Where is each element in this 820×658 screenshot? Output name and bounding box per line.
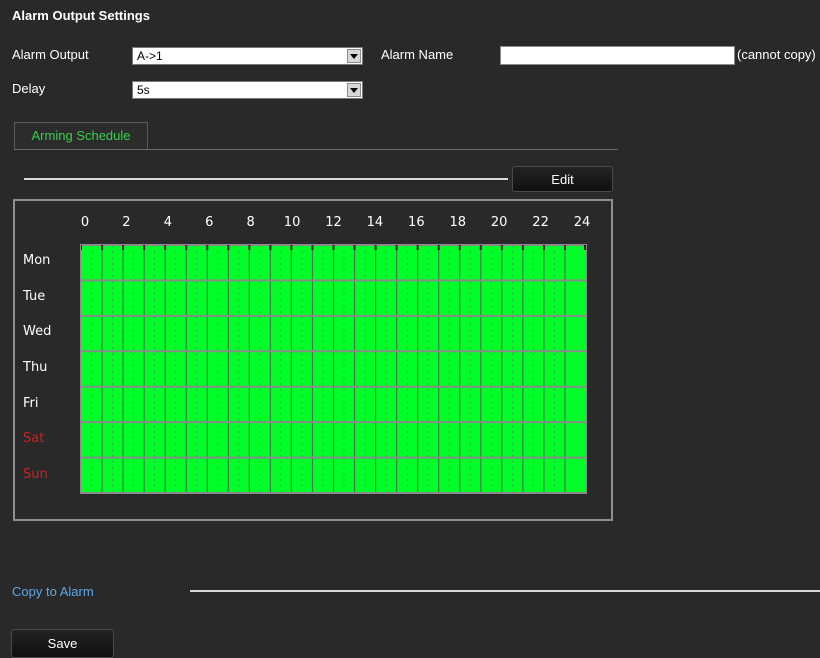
save-button[interactable]: Save — [11, 629, 114, 658]
page-title: Alarm Output Settings — [12, 8, 150, 23]
hour-label: 0 — [80, 215, 90, 230]
schedule-grid-lines — [81, 245, 586, 493]
day-label-sun: Sun — [23, 467, 48, 483]
edit-divider — [24, 178, 508, 180]
alarm-output-label: Alarm Output — [12, 47, 89, 62]
tab-divider — [14, 149, 618, 150]
hour-label: 20 — [490, 215, 508, 230]
day-label-sat: Sat — [23, 431, 45, 447]
schedule-grid[interactable] — [80, 244, 587, 494]
delay-value: 5s — [137, 83, 150, 97]
hour-label: 4 — [163, 215, 172, 230]
hour-label: 8 — [246, 215, 255, 230]
copy-divider — [190, 590, 820, 592]
day-label-fri: Fri — [23, 395, 39, 411]
day-label-mon: Mon — [23, 252, 51, 268]
chevron-down-icon[interactable] — [347, 49, 361, 63]
delay-label: Delay — [12, 81, 46, 96]
alarm-name-input[interactable] — [500, 46, 735, 65]
hour-label: 12 — [325, 215, 342, 230]
tab-arming-schedule[interactable]: Arming Schedule — [14, 122, 148, 150]
hour-label: 16 — [408, 215, 425, 230]
delay-select[interactable]: 5s — [132, 81, 363, 99]
copy-to-alarm-link[interactable]: Copy to Alarm — [12, 584, 94, 599]
day-label-wed: Wed — [23, 324, 52, 340]
chevron-down-icon[interactable] — [347, 83, 361, 97]
hour-label: 18 — [449, 215, 467, 230]
hour-label: 2 — [122, 215, 131, 230]
hour-label: 14 — [366, 215, 384, 230]
alarm-name-note: (cannot copy) — [737, 47, 816, 62]
hour-label: 10 — [283, 215, 301, 230]
day-label-thu: Thu — [23, 360, 48, 375]
hour-label: 22 — [532, 215, 549, 230]
alarm-output-select[interactable]: A->1 — [132, 47, 363, 65]
hour-label: 6 — [205, 215, 214, 230]
day-label-tue: Tue — [23, 288, 46, 304]
alarm-output-value: A->1 — [137, 49, 163, 63]
hour-label: 24 — [573, 215, 591, 230]
alarm-name-label: Alarm Name — [381, 47, 454, 62]
edit-button[interactable]: Edit — [512, 166, 613, 192]
